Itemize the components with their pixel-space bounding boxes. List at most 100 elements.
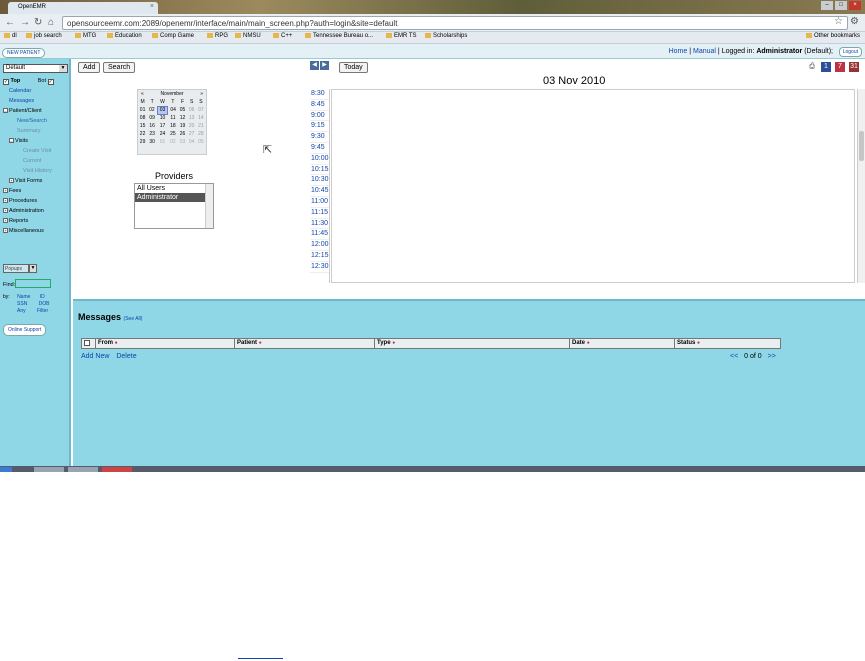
nav-visit-forms[interactable]: + Visit Forms [3, 176, 69, 186]
taskbar-item[interactable] [68, 467, 98, 472]
nav-procedures[interactable]: + Procedures [3, 196, 69, 206]
day-cell[interactable]: 23 [147, 130, 157, 138]
home-link[interactable]: Home [669, 48, 688, 55]
find-by-ssn[interactable]: SSN [17, 301, 27, 307]
day-cell[interactable]: 06 [187, 106, 196, 114]
nav-visit-history[interactable]: Visit History [3, 166, 69, 176]
bookmark-item[interactable]: C++ [273, 33, 292, 39]
new-patient-button[interactable]: NEW PATIENT [2, 48, 46, 58]
find-by-dob[interactable]: DOB [39, 301, 50, 307]
day-cell[interactable]: 01 [138, 106, 147, 114]
bookmark-item[interactable]: Comp Game [152, 33, 194, 39]
day-cell[interactable]: 25 [168, 130, 178, 138]
providers-listbox[interactable]: All Users Administrator [134, 183, 214, 229]
day-cell[interactable]: 04 [187, 138, 196, 146]
time-slot[interactable]: 8:30 [310, 89, 329, 100]
day-cell[interactable]: 16 [147, 122, 157, 130]
day-cell[interactable]: 26 [178, 130, 187, 138]
tab-close-icon[interactable]: × [150, 3, 154, 10]
address-bar[interactable]: opensourceemr.com:2089/openemr/interface… [62, 16, 848, 30]
time-slot[interactable]: 11:45 [310, 229, 329, 241]
day-cell[interactable]: 02 [147, 106, 157, 114]
day-cell[interactable]: 07 [196, 106, 205, 114]
day-cell[interactable]: 17 [157, 122, 168, 130]
top-checkbox[interactable]: ✓ [3, 79, 9, 85]
taskbar-item[interactable] [34, 467, 64, 472]
browser-tab[interactable]: OpenEMR × [8, 2, 158, 14]
nav-summary[interactable]: Summary [3, 126, 69, 136]
minimize-icon[interactable]: – [821, 1, 833, 10]
providers-scrollbar[interactable] [205, 184, 213, 228]
find-by-id[interactable]: ID [40, 294, 45, 300]
nav-patient-client[interactable]: – Patient/Client [3, 106, 69, 116]
day-cell[interactable]: 08 [138, 114, 147, 122]
calendar-scrollbar[interactable] [857, 89, 865, 283]
day-cell[interactable]: 14 [196, 114, 205, 122]
start-button[interactable] [0, 467, 12, 472]
logout-button[interactable]: Logout [838, 47, 862, 57]
scroll-thumb[interactable] [859, 131, 864, 161]
day-cell[interactable]: 05 [196, 138, 205, 146]
time-slot[interactable]: 9:30 [310, 132, 329, 143]
nav-current[interactable]: Current [3, 156, 69, 166]
online-support-button[interactable]: Online Support [3, 324, 47, 336]
column-status[interactable]: Status ● [675, 339, 780, 348]
close-window-icon[interactable]: × [849, 1, 861, 10]
bot-checkbox[interactable]: ✓ [47, 79, 54, 85]
next-day-icon[interactable]: ▶ [320, 61, 329, 70]
prev-day-icon[interactable]: ◀ [310, 61, 319, 70]
day-cell[interactable]: 04 [168, 106, 178, 114]
nav-visits[interactable]: – Visits [3, 136, 69, 146]
provider-option[interactable]: All Users [135, 184, 213, 193]
time-slot[interactable]: 10:45 [310, 186, 329, 197]
nav-calendar[interactable]: Calendar [3, 86, 69, 96]
bookmark-item[interactable]: EMR TS [386, 33, 417, 39]
bookmark-item[interactable]: NMSU [235, 33, 261, 39]
nav-miscellaneous[interactable]: + Miscellaneous [3, 226, 69, 236]
day-cell[interactable]: 02 [168, 138, 178, 146]
back-icon[interactable]: ← [5, 17, 15, 28]
today-button[interactable]: Today [339, 62, 368, 73]
week-view-icon[interactable]: 7 [835, 62, 845, 72]
time-slot[interactable]: 9:00 [310, 111, 329, 122]
day-cell[interactable]: 30 [147, 138, 157, 146]
column-from[interactable]: From ● [96, 339, 235, 348]
time-slot[interactable]: 8:45 [310, 100, 329, 111]
select-all-checkbox[interactable] [82, 339, 96, 348]
menu-select[interactable]: Default ▼ [3, 64, 68, 73]
day-cell[interactable]: 01 [157, 138, 168, 146]
day-view-icon[interactable]: 1 [821, 62, 831, 72]
pager-next[interactable]: >> [768, 353, 776, 360]
taskbar-item[interactable] [102, 467, 132, 472]
home-icon[interactable]: ⌂ [48, 17, 54, 28]
reload-icon[interactable]: ↻ [34, 17, 42, 28]
day-cell[interactable]: 15 [138, 122, 147, 130]
manual-link[interactable]: Manual [693, 48, 716, 55]
pager-prev[interactable]: << [730, 353, 738, 360]
day-grid[interactable] [331, 89, 855, 283]
time-slot[interactable]: 10:30 [310, 175, 329, 187]
day-cell[interactable]: 03 [178, 138, 187, 146]
day-cell[interactable]: 27 [187, 130, 196, 138]
month-view-icon[interactable]: 31 [849, 62, 859, 72]
time-slot[interactable]: 12:15 [310, 251, 329, 262]
day-cell[interactable]: 22 [138, 130, 147, 138]
nav-fees[interactable]: + Fees [3, 186, 69, 196]
add-new-link[interactable]: Add New [81, 353, 109, 360]
prev-month-icon[interactable]: « [141, 91, 144, 97]
time-slot[interactable]: 10:15 [310, 165, 329, 176]
nav-create-visit[interactable]: Create Visit [3, 146, 69, 156]
bookmark-item[interactable]: job search [26, 33, 62, 39]
time-slot[interactable]: 9:45 [310, 143, 329, 154]
time-slot[interactable]: 11:00 [310, 197, 329, 208]
day-cell[interactable]: 21 [196, 122, 205, 130]
delete-link[interactable]: Delete [116, 353, 136, 360]
column-date[interactable]: Date ● [570, 339, 675, 348]
bookmark-item[interactable]: MTG [75, 33, 96, 39]
find-by-filter[interactable]: Filter [37, 308, 48, 314]
bookmark-item[interactable]: RPG [207, 33, 228, 39]
day-cell-selected[interactable]: 03 [156, 105, 169, 115]
forward-icon[interactable]: → [20, 17, 30, 28]
column-patient[interactable]: Patient ● [235, 339, 375, 348]
nav-reports[interactable]: + Reports [3, 216, 69, 226]
